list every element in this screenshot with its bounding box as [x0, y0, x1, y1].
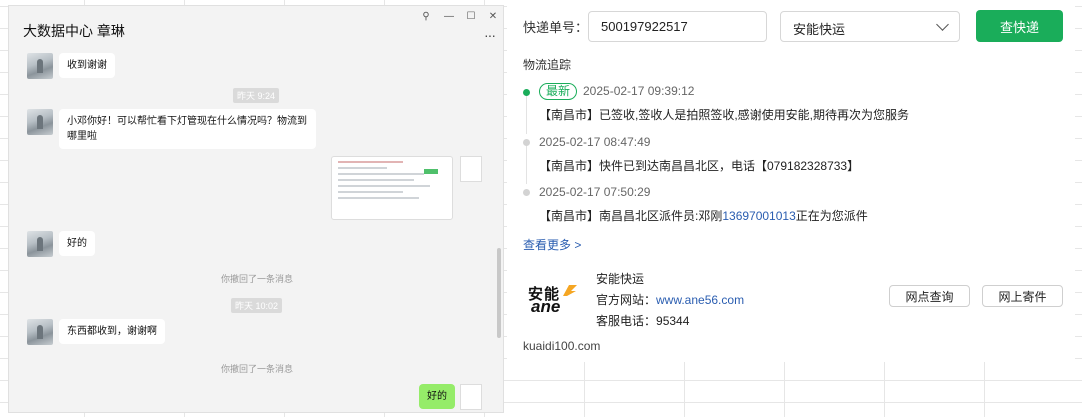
chat-scrollbar[interactable] — [497, 248, 501, 338]
maximize-icon[interactable]: ☐ — [464, 11, 478, 22]
tracking-number-input[interactable] — [588, 11, 767, 42]
chevron-down-icon — [936, 18, 949, 31]
section-title: 物流追踪 — [523, 58, 572, 72]
event-desc-text: 正在为您派件 — [795, 209, 868, 223]
event-time: 2025-02-17 08:47:49 — [539, 135, 651, 149]
message-bubble[interactable]: 小邓你好！可以帮忙看下灯管现在什么情况吗？物流到哪里啦 — [59, 109, 316, 149]
query-button[interactable]: 查快递 — [976, 10, 1063, 42]
company-site: 官方网站：www.ane56.com — [596, 291, 744, 308]
more-icon[interactable]: ··· — [484, 27, 496, 43]
my-avatar[interactable] — [460, 384, 482, 410]
event-desc: 【南昌市】南昌昌北区派件员:邓刚13697001013正在为您派件 — [539, 207, 868, 224]
avatar[interactable] — [27, 109, 53, 135]
screenshot-message[interactable] — [331, 156, 453, 220]
avatar[interactable] — [27, 53, 53, 79]
site-label: 官方网站： — [596, 293, 657, 307]
site-link[interactable]: www.ane56.com — [656, 293, 744, 307]
company-tel: 客服电话：95344 — [596, 312, 689, 329]
my-avatar[interactable] — [460, 156, 482, 182]
timeline-dot-active — [523, 89, 530, 96]
minimize-icon[interactable]: — — [442, 11, 456, 22]
message-list[interactable]: 收到谢谢 昨天 9:24 小邓你好！可以帮忙看下灯管现在什么情况吗？物流到哪里啦… — [9, 50, 505, 414]
tel-label: 客服电话： — [596, 314, 657, 328]
event-desc: 【南昌市】快件已到达南昌昌北区，电话【079182328733】 — [539, 159, 860, 173]
online-send-button[interactable]: 网上寄件 — [982, 285, 1063, 307]
timeline-dot — [523, 189, 530, 196]
chat-window: 大数据中心 章琳 ⚲ — ☐ ✕ ··· 收到谢谢 昨天 9:24 小邓你好！可… — [8, 5, 504, 413]
message-bubble[interactable]: 收到谢谢 — [59, 53, 115, 78]
company-select-value: 安能快运 — [793, 22, 846, 37]
courier-phone-link[interactable]: 13697001013 — [722, 209, 795, 223]
event-time: 2025-02-17 07:50:29 — [539, 185, 651, 199]
site-footer[interactable]: kuaidi100.com — [523, 339, 600, 353]
close-icon[interactable]: ✕ — [486, 11, 500, 22]
tracking-label: 快递单号： — [523, 20, 589, 35]
recall-notice: 你撤回了一条消息 — [221, 364, 294, 374]
avatar[interactable] — [27, 319, 53, 345]
company-select[interactable]: 安能快运 — [780, 11, 960, 42]
event-desc-text: 【南昌市】南昌昌北区派件员:邓刚 — [539, 209, 723, 223]
message-bubble[interactable]: 好的 — [59, 231, 95, 256]
outlet-query-button[interactable]: 网点查询 — [889, 285, 970, 307]
time-divider: 昨天 9:24 — [233, 88, 280, 103]
kuaidi-panel: 快递单号： 安能快运 查快递 物流追踪 最新 2025-02-17 09:39:… — [507, 0, 1075, 362]
tel-number: 95344 — [656, 314, 690, 328]
avatar[interactable] — [27, 231, 53, 257]
timeline-dot — [523, 139, 530, 146]
see-more-link[interactable]: 查看更多 > — [523, 236, 581, 253]
timeline-line — [526, 96, 527, 134]
logo-text: ane — [531, 297, 561, 316]
logo-flag-icon — [563, 285, 577, 296]
my-message-bubble[interactable]: 好的 — [419, 384, 455, 409]
latest-badge: 最新 — [539, 83, 578, 100]
company-name: 安能快运 — [596, 272, 645, 286]
pin-icon[interactable]: ⚲ — [419, 11, 433, 22]
event-desc: 【南昌市】已签收,签收人是拍照签收,感谢使用安能,期待再次为您服务 — [539, 108, 910, 122]
recall-notice: 你撤回了一条消息 — [221, 274, 294, 284]
message-bubble[interactable]: 东西都收到，谢谢啊 — [59, 319, 165, 344]
time-divider: 昨天 10:02 — [231, 298, 283, 313]
ane-logo: 安能 ane — [526, 283, 582, 316]
chat-title: 大数据中心 章琳 — [23, 23, 125, 39]
event-time: 2025-02-17 09:39:12 — [583, 84, 695, 98]
timeline-line — [526, 146, 527, 184]
